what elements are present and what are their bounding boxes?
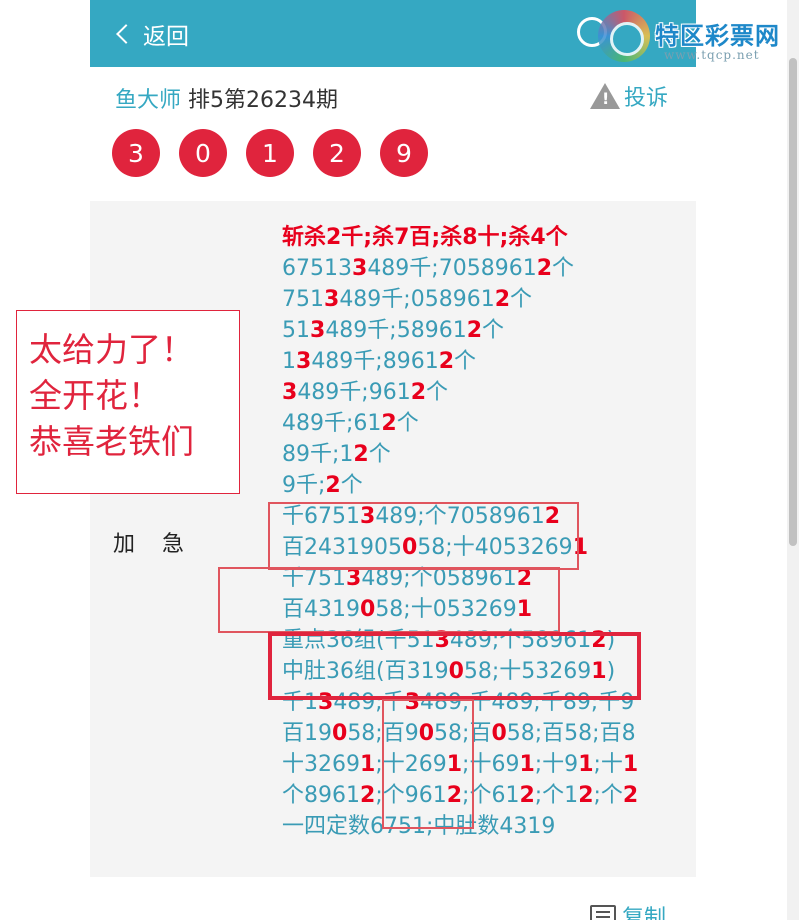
highlight-box	[268, 502, 579, 570]
number-ball: 9	[380, 129, 428, 177]
highlight-digit: 2	[536, 256, 553, 281]
content-line: 斩杀2千;杀7百;杀8十;杀4个	[282, 222, 638, 253]
line-text: ;个1	[534, 783, 579, 808]
highlight-digit: 0	[491, 721, 507, 746]
urgent-label: 加急	[113, 532, 212, 557]
line-text: 个	[368, 442, 391, 467]
highlight-digit: 2	[494, 287, 511, 312]
watermark-title: 特区彩票网	[655, 22, 780, 50]
line-text: 个	[482, 318, 505, 343]
issue-title: 排5第26234期	[188, 88, 338, 113]
line-text: 489千;61	[282, 411, 382, 436]
content-line: 13489千;89612个	[282, 346, 638, 377]
content-line: 489千;612个	[282, 408, 638, 439]
highlight-digit: 2	[353, 442, 369, 467]
highlight-digit: 2	[438, 349, 455, 374]
highlight-digit: 1	[519, 752, 535, 777]
stamp-line: 全开花！	[29, 376, 161, 415]
complain-button[interactable]: ! 投诉	[590, 80, 668, 112]
copy-icon	[590, 905, 616, 920]
highlight-digit: 2	[381, 411, 397, 436]
complain-label: 投诉	[624, 86, 669, 111]
number-ball: 0	[179, 129, 227, 177]
line-text: 个	[426, 380, 449, 405]
line-text: 489千;58961	[325, 318, 467, 343]
highlight-digit: 2	[360, 783, 376, 808]
highlight-digit: 1	[360, 752, 376, 777]
number-ball: 2	[313, 129, 361, 177]
line-text: 9千;	[282, 473, 326, 498]
highlight-digit: 1	[622, 752, 639, 777]
chevron-left-icon	[116, 24, 136, 44]
highlight-box	[218, 567, 560, 633]
draw-number-balls: 3 0 1 2 9	[112, 129, 428, 177]
line-text: 489千;961	[297, 380, 411, 405]
back-label: 返回	[143, 24, 189, 50]
line-text: ;十9	[534, 752, 579, 777]
highlight-digit: 3	[296, 349, 312, 374]
content-line: 7513489千;0589612个	[282, 284, 638, 315]
line-text: 51	[282, 318, 310, 343]
back-button[interactable]: 返回	[115, 19, 189, 50]
highlight-digit: 2	[519, 783, 535, 808]
watermark-url: www.tqcp.net	[664, 48, 760, 62]
highlight-digit: 0	[332, 721, 348, 746]
line-text: 个8961	[282, 783, 360, 808]
highlight-box	[382, 699, 474, 829]
author-name[interactable]: 鱼大师	[115, 82, 181, 114]
line-text: 89千;1	[282, 442, 354, 467]
highlight-digit: 3	[310, 318, 326, 343]
highlight-digit: 3	[282, 380, 298, 405]
congrats-stamp: 太给力了！ 全开花！ 恭喜老铁们	[16, 310, 240, 494]
line-text: 67513	[282, 256, 352, 281]
highlight-digit: 斩杀2千;杀7百;杀8十;杀4个	[282, 225, 568, 250]
stamp-line: 太给力了！	[29, 330, 194, 369]
line-text: 个	[396, 411, 419, 436]
highlight-digit: 3	[352, 256, 368, 281]
line-text: 751	[282, 287, 324, 312]
highlight-box	[268, 632, 641, 700]
content-line: 89千;12个	[282, 439, 638, 470]
highlight-digit: 1	[578, 752, 594, 777]
content-line: 3489千;9612个	[282, 377, 638, 408]
number-ball: 3	[112, 129, 160, 177]
highlight-digit: 2	[410, 380, 427, 405]
highlight-digit: 2	[325, 473, 341, 498]
line-text: 百19	[282, 721, 332, 746]
copy-label: 复制	[622, 906, 667, 920]
number-ball: 1	[246, 129, 294, 177]
line-text: 489千;8961	[311, 349, 439, 374]
warning-icon: !	[590, 83, 620, 109]
line-text: ;十	[593, 752, 623, 777]
highlight-digit: 2	[622, 783, 639, 808]
highlight-digit: 2	[578, 783, 594, 808]
stamp-line: 恭喜老铁们	[29, 422, 194, 461]
line-text: 个	[552, 256, 575, 281]
watermark-logo-icon	[598, 10, 650, 62]
line-text: ;个	[593, 783, 623, 808]
scrollbar[interactable]	[787, 0, 799, 920]
line-text: 1	[282, 349, 296, 374]
line-text: 十3269	[282, 752, 360, 777]
line-text: 个	[510, 287, 533, 312]
copy-button[interactable]: 复制	[590, 900, 666, 920]
content-line: 675133489千;70589612个	[282, 253, 638, 284]
content-line: 9千;2个	[282, 470, 638, 501]
scrollbar-thumb[interactable]	[789, 58, 797, 546]
line-text: 489千;7058961	[367, 256, 537, 281]
line-text: 个	[454, 349, 477, 374]
line-text: 58;百58;百8	[506, 721, 636, 746]
highlight-digit: 3	[324, 287, 340, 312]
line-text: 489千;058961	[339, 287, 495, 312]
content-line: 513489千;589612个	[282, 315, 638, 346]
highlight-digit: 2	[466, 318, 483, 343]
line-text: 个	[340, 473, 363, 498]
